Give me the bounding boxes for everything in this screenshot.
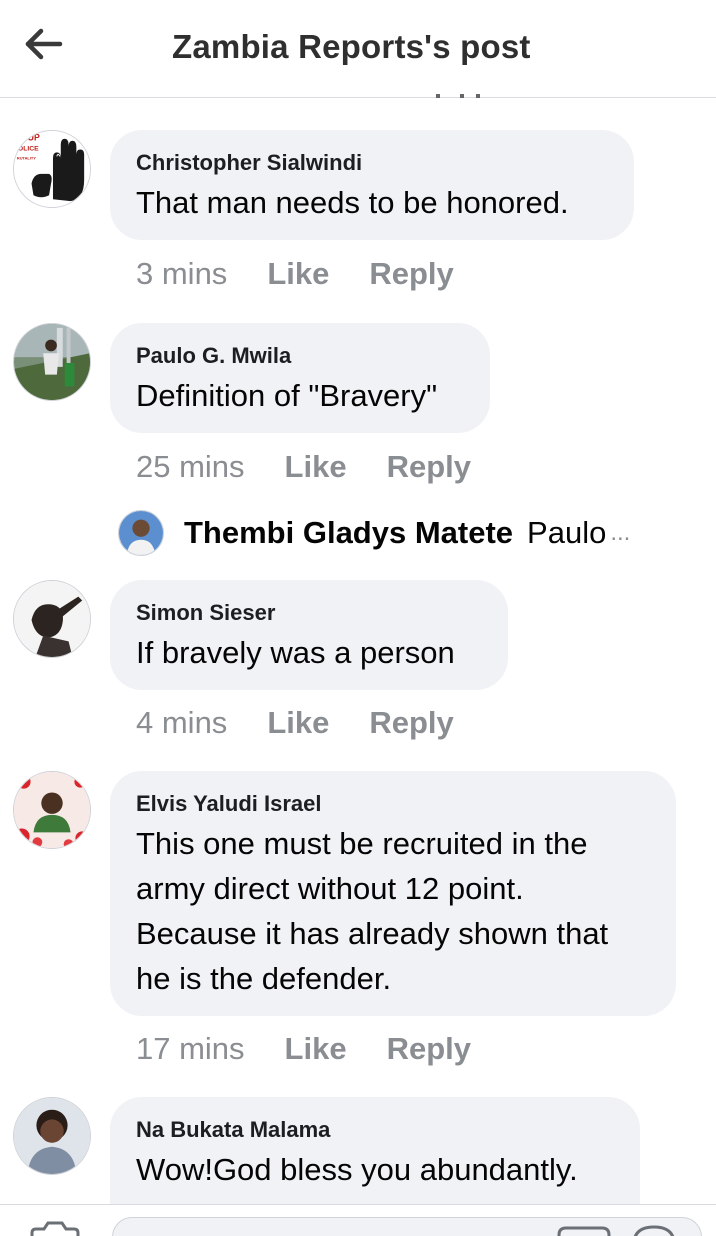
person-photo-icon (14, 581, 90, 657)
comment-text-line: army direct without 12 point. (136, 871, 524, 906)
comment-actions: 25 mins Like Reply (136, 449, 471, 485)
top-bar: Zambia Reports's post (0, 0, 716, 98)
avatar[interactable] (13, 323, 91, 401)
comment-actions: 17 mins Like Reply (136, 1031, 471, 1067)
reply-button[interactable]: Reply (369, 256, 453, 292)
person-photo-icon (119, 511, 163, 555)
avatar[interactable]: UP OLICE RUTALITY (13, 130, 91, 208)
reply-button[interactable]: Reply (369, 705, 453, 741)
comment-author[interactable]: Elvis Yaludi Israel (136, 791, 650, 817)
reply-author: Thembi Gladys Matete (184, 515, 514, 550)
like-button[interactable]: Like (267, 256, 329, 292)
emoji-icon[interactable] (630, 1225, 678, 1236)
comment-text: If bravely was a person (136, 635, 455, 670)
comment-actions: 4 mins Like Reply (136, 705, 454, 741)
svg-text:UP: UP (28, 133, 40, 143)
comment-composer (0, 1204, 716, 1236)
comment-author[interactable]: Na Bukata Malama (136, 1117, 614, 1143)
svg-text:RUTALITY: RUTALITY (17, 155, 36, 160)
comment-bubble[interactable]: Elvis Yaludi Israel This one must be rec… (110, 771, 676, 1016)
reply-snippet: Paulo (527, 515, 607, 550)
comment-author[interactable]: Christopher Sialwindi (136, 150, 608, 176)
comment-text-line: Because it has already shown that (136, 916, 609, 951)
clipped-text-fragment (436, 94, 480, 98)
reply-ellipsis: ... (610, 519, 631, 546)
avatar[interactable] (13, 580, 91, 658)
like-button[interactable]: Like (285, 1031, 347, 1067)
avatar[interactable] (118, 510, 164, 556)
like-button[interactable]: Like (267, 705, 329, 741)
comment-timestamp: 4 mins (136, 705, 228, 740)
sticker-icon[interactable] (556, 1225, 612, 1236)
back-button[interactable] (22, 26, 66, 62)
arrow-left-icon (25, 28, 63, 60)
like-button[interactable]: Like (285, 449, 347, 485)
comment-author[interactable]: Simon Sieser (136, 600, 482, 626)
post-comments-screen: Zambia Reports's post UP OLICE RUTALITY … (0, 0, 716, 1236)
svg-text:OLICE: OLICE (18, 145, 39, 152)
comment-text: Definition of "Bravery" (136, 378, 438, 413)
stop-police-brutality-icon: UP OLICE RUTALITY (14, 131, 90, 207)
avatar[interactable] (13, 1097, 91, 1175)
comment-text: This one must be recruited in the army d… (136, 821, 650, 1001)
comment-input[interactable] (112, 1217, 702, 1236)
comment-text: That man needs to be honored. (136, 185, 569, 220)
person-photo-icon (14, 324, 90, 400)
reply-button[interactable]: Reply (387, 1031, 471, 1067)
comment-bubble[interactable]: Paulo G. Mwila Definition of "Bravery" (110, 323, 490, 433)
comment-author[interactable]: Paulo G. Mwila (136, 343, 464, 369)
comment-actions: 3 mins Like Reply (136, 256, 454, 292)
person-photo-icon (14, 772, 90, 848)
comment-timestamp: 3 mins (136, 256, 228, 291)
reply-preview[interactable]: Thembi Gladys Matete Paulo ... (118, 508, 630, 558)
comment-bubble[interactable]: Christopher Sialwindi That man needs to … (110, 130, 634, 240)
comment-text-line: This one must be recruited in the (136, 826, 588, 861)
comment-text: Wow!God bless you abundantly. (136, 1152, 578, 1187)
comment-bubble[interactable]: Simon Sieser If bravely was a person (110, 580, 508, 690)
comment-timestamp: 17 mins (136, 1031, 245, 1066)
person-photo-icon (14, 1098, 90, 1174)
camera-icon[interactable] (28, 1221, 82, 1236)
reply-button[interactable]: Reply (387, 449, 471, 485)
comment-text-line: he is the defender. (136, 961, 392, 996)
page-title: Zambia Reports's post (172, 28, 531, 65)
avatar[interactable] (13, 771, 91, 849)
comment-timestamp: 25 mins (136, 449, 245, 484)
